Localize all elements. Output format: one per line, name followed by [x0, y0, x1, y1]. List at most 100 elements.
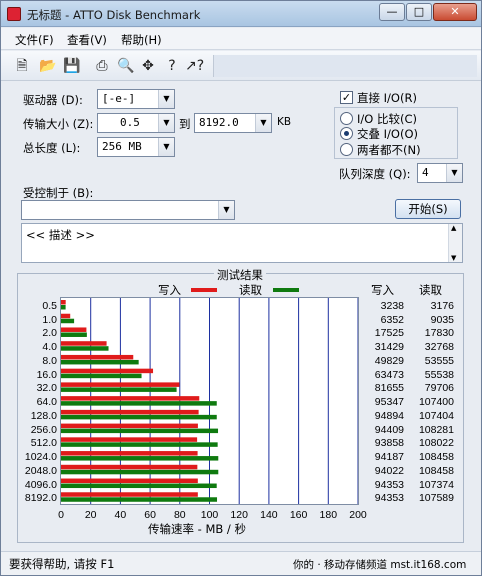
- x-tick-label: 0: [58, 509, 64, 521]
- write-bar: [61, 409, 199, 415]
- transfer-to-value: 8192.0: [199, 116, 239, 129]
- y-tick-label: 8192.0: [24, 492, 57, 505]
- y-tick-label: 512.0: [30, 437, 57, 450]
- description-textarea[interactable]: << 描述 >> ▲ ▼: [21, 223, 463, 263]
- write-value: 94894: [374, 409, 404, 422]
- help-icon[interactable]: ?: [163, 57, 181, 75]
- read-value: 32768: [424, 341, 454, 354]
- move-icon[interactable]: ✥: [139, 57, 157, 75]
- write-value: 6352: [380, 313, 404, 326]
- status-site-text: 你的 · 移动存储频道 mst.it168.com: [293, 559, 467, 571]
- write-bar: [61, 300, 66, 305]
- neither-label: 两者都不(N): [357, 143, 421, 157]
- open-folder-icon[interactable]: 📂: [39, 57, 57, 75]
- print-icon[interactable]: ⎙: [93, 57, 111, 75]
- total-length-select[interactable]: 256 MB ▼: [97, 137, 175, 157]
- drive-value: [-e-]: [102, 92, 136, 105]
- transfer-from-select[interactable]: 0.5 ▼: [97, 113, 175, 133]
- chevron-down-icon[interactable]: ▼: [158, 114, 174, 132]
- y-tick-label: 0.5: [42, 300, 57, 312]
- maximize-button[interactable]: □: [406, 3, 432, 21]
- chevron-down-icon[interactable]: ▼: [446, 164, 462, 182]
- status-bar: 要获得帮助, 请按 F1 你的 · 移动存储频道 mst.it168.com: [1, 551, 481, 575]
- read-bar: [61, 359, 139, 365]
- io-compare-label: I/O 比较(C): [357, 112, 417, 126]
- menu-file[interactable]: 文件(F): [15, 32, 54, 48]
- col-read-header: 读取: [419, 283, 442, 297]
- read-value: 3176: [430, 300, 454, 312]
- write-value: 63473: [374, 368, 404, 381]
- status-help-text: 要获得帮助, 请按 F1: [9, 557, 115, 571]
- write-value: 94022: [374, 464, 404, 477]
- read-bar: [61, 387, 177, 392]
- title-bar[interactable]: 无标题 - ATTO Disk Benchmark — □ ✕: [1, 1, 481, 27]
- read-bar: [61, 414, 217, 420]
- write-value: 3238: [380, 300, 404, 312]
- read-value: 17830: [424, 327, 454, 340]
- scroll-up-icon[interactable]: ▲: [451, 224, 456, 232]
- chevron-down-icon[interactable]: ▼: [218, 201, 234, 219]
- x-tick-label: 60: [144, 509, 156, 521]
- write-value: 94353: [374, 478, 404, 491]
- toolbar: 🗎 📂 💾 ⎙ 🔍 ✥ ? ↗?: [1, 51, 481, 81]
- legend-write-swatch: [191, 288, 217, 292]
- read-bar: [61, 428, 219, 434]
- read-bar: [61, 332, 87, 337]
- print-preview-icon[interactable]: 🔍: [117, 57, 135, 75]
- context-help-icon[interactable]: ↗?: [185, 57, 204, 75]
- read-bar: [61, 305, 66, 310]
- results-title: 测试结果: [214, 267, 266, 283]
- controlled-by-select[interactable]: ▼: [21, 200, 235, 220]
- read-value: 107404: [418, 409, 454, 422]
- queue-depth-select[interactable]: 4 ▼: [417, 163, 463, 183]
- read-value: 107400: [418, 396, 454, 409]
- neither-radio[interactable]: [340, 143, 353, 156]
- write-value: 81655: [374, 382, 404, 395]
- read-bar: [61, 442, 218, 447]
- read-value: 108458: [418, 451, 454, 464]
- write-bar: [61, 437, 198, 442]
- start-button[interactable]: 开始(S): [395, 199, 461, 219]
- read-value: 55538: [424, 368, 454, 381]
- y-tick-label: 2048.0: [24, 464, 57, 477]
- y-tick-label: 256.0: [30, 423, 57, 436]
- read-value: 9035: [430, 313, 454, 326]
- io-compare-radio[interactable]: [340, 112, 353, 125]
- chevron-down-icon[interactable]: ▼: [255, 114, 271, 132]
- total-length-value: 256 MB: [102, 140, 142, 153]
- overlap-io-radio[interactable]: [340, 127, 353, 140]
- description-text: << 描述 >>: [26, 228, 95, 242]
- write-value: 94187: [374, 451, 404, 464]
- chevron-down-icon[interactable]: ▼: [158, 90, 174, 108]
- x-tick-label: 140: [260, 509, 278, 521]
- menu-view[interactable]: 查看(V): [67, 32, 107, 48]
- x-tick-label: 120: [230, 509, 248, 521]
- x-tick-label: 20: [84, 509, 97, 521]
- y-tick-label: 1024.0: [24, 451, 57, 464]
- close-button[interactable]: ✕: [433, 3, 477, 21]
- read-value: 108281: [418, 423, 454, 436]
- direct-io-checkbox[interactable]: ✓: [340, 91, 353, 104]
- app-icon: [7, 7, 21, 21]
- write-bar: [61, 341, 107, 346]
- y-tick-label: 2.0: [42, 327, 57, 340]
- menu-help[interactable]: 帮助(H): [121, 32, 162, 48]
- read-bar: [61, 483, 217, 489]
- drive-select[interactable]: [-e-] ▼: [97, 89, 175, 109]
- read-bar: [61, 318, 75, 324]
- read-bar: [61, 469, 219, 475]
- transfer-to-select[interactable]: 8192.0 ▼: [194, 113, 272, 133]
- description-scrollbar[interactable]: ▲ ▼: [448, 224, 462, 262]
- chevron-down-icon[interactable]: ▼: [158, 138, 174, 156]
- scroll-down-icon[interactable]: ▼: [451, 254, 456, 262]
- y-tick-label: 8.0: [42, 354, 57, 367]
- new-file-icon[interactable]: 🗎: [13, 57, 31, 75]
- write-value: 94353: [374, 492, 404, 505]
- minimize-button[interactable]: —: [379, 3, 405, 21]
- write-bar: [61, 354, 134, 360]
- col-write-header: 写入: [371, 283, 394, 297]
- save-icon[interactable]: 💾: [63, 57, 81, 75]
- transfer-size-label: 传输大小 (Z):: [23, 117, 94, 131]
- menu-bar: 文件(F) 查看(V) 帮助(H): [1, 28, 481, 50]
- bar-chart: [61, 298, 359, 504]
